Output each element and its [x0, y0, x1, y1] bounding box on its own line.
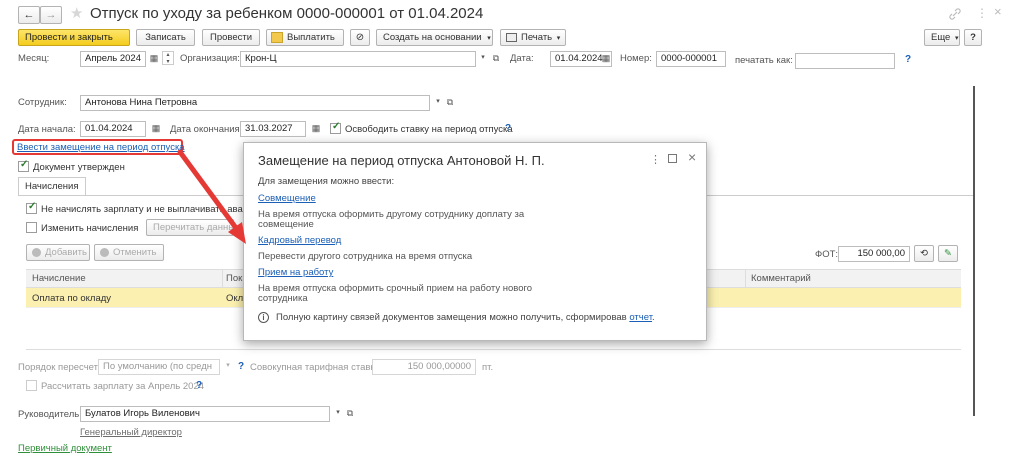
annotation-arrow-line	[177, 149, 239, 231]
annotation-arrow	[177, 149, 246, 244]
